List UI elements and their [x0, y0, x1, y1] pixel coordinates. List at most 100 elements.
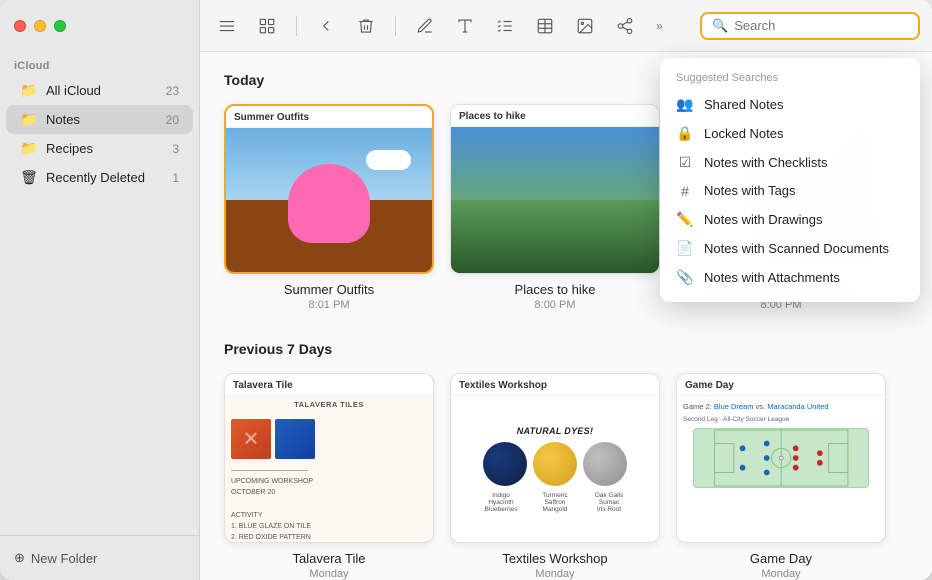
note-card-title: Places to hike: [515, 282, 596, 297]
separator: [395, 16, 396, 36]
dropdown-item-attachments[interactable]: 📎 Notes with Attachments: [660, 263, 920, 292]
note-card-title: Textiles Workshop: [502, 551, 607, 566]
sidebar-footer: ⊕ New Folder: [0, 535, 199, 580]
talavera-tiles: [225, 413, 433, 465]
note-card-time: Monday: [761, 568, 800, 580]
gameday-image: Game 2: Blue Dream vs. Maracanda United …: [677, 396, 885, 542]
dropdown-item-label: Notes with Checklists: [704, 155, 828, 170]
compose-button[interactable]: [410, 13, 440, 39]
new-folder-label: New Folder: [31, 551, 97, 566]
dropdown-item-checklists[interactable]: ☑ Notes with Checklists: [660, 148, 920, 177]
dropdown-item-label: Shared Notes: [704, 97, 784, 112]
grid-view-button[interactable]: [252, 13, 282, 39]
trash-icon: [357, 17, 375, 35]
delete-button[interactable]: [351, 13, 381, 39]
dropdown-item-shared[interactable]: 👥 Shared Notes: [660, 90, 920, 119]
minimize-button[interactable]: [34, 20, 46, 32]
checklist-icon: [496, 17, 514, 35]
dropdown-item-scanned[interactable]: 📄 Notes with Scanned Documents: [660, 234, 920, 263]
table-icon: [536, 17, 554, 35]
circle-gray: [583, 442, 627, 486]
sidebar-item-label: Notes: [46, 112, 158, 127]
plus-icon: ⊕: [14, 550, 25, 566]
textiles-image: NATURAL DYES! IndigoHyacinthBlueberries …: [451, 396, 659, 542]
cloud-shape: [366, 150, 411, 170]
more-button[interactable]: »: [650, 15, 669, 37]
dropdown-item-label: Locked Notes: [704, 126, 784, 141]
search-input[interactable]: [734, 18, 904, 33]
note-card-header: Game Day: [677, 374, 885, 396]
toolbar-right: 🔍 Suggested Searches 👥 Shared Notes 🔒 Lo…: [700, 12, 920, 40]
tile-blue: [275, 419, 315, 459]
chevron-left-icon: [317, 17, 335, 35]
new-folder-button[interactable]: ⊕ New Folder: [14, 546, 97, 570]
dropdown-item-drawings[interactable]: ✏️ Notes with Drawings: [660, 205, 920, 234]
back-button[interactable]: [311, 13, 341, 39]
circle-yellow: [533, 442, 577, 486]
note-card-title: Summer Outfits: [284, 282, 374, 297]
section-title-previous-7-days: Previous 7 Days: [224, 341, 908, 357]
drawing-icon: ✏️: [676, 211, 694, 228]
list-view-button[interactable]: [212, 13, 242, 39]
locked-icon: 🔒: [676, 125, 694, 142]
dropdown-item-label: Notes with Drawings: [704, 212, 823, 227]
sidebar-item-count: 1: [172, 171, 179, 185]
sidebar-item-notes[interactable]: 📁 Notes 20: [6, 105, 193, 134]
textiles-labels: IndigoHyacinthBlueberries TurmericSaffro…: [476, 492, 634, 513]
note-card-image: [226, 128, 432, 272]
talavera-text: ——————————— UPCOMING WORKSHOP OCTOBER 20…: [225, 465, 433, 542]
note-card-game-day[interactable]: Game Day Game 2: Blue Dream vs. Maracand…: [676, 373, 886, 580]
note-card-summer-outfits[interactable]: Summer Outfits Summer Outfits 8:01 PM: [224, 104, 434, 311]
search-box[interactable]: 🔍: [700, 12, 920, 40]
gameday-title: Game 2: Blue Dream vs. Maracanda United: [683, 402, 879, 413]
sidebar-item-recently-deleted[interactable]: 🗑 Recently Deleted 1: [6, 163, 193, 192]
dropdown-item-label: Notes with Attachments: [704, 270, 840, 285]
main-area: » 🔍 Suggested Searches 👥 Shared Notes 🔒: [200, 0, 932, 580]
app-window: iCloud 📁 All iCloud 23 📁 Notes 20 📁 Reci…: [0, 0, 932, 580]
media-button[interactable]: [570, 13, 600, 39]
collaborate-button[interactable]: [610, 13, 640, 39]
gameday-link2: Maracanda United: [767, 402, 828, 411]
close-button[interactable]: [14, 20, 26, 32]
folder-icon: 📁: [20, 140, 38, 157]
sidebar-item-label: All iCloud: [46, 83, 158, 98]
note-card-time: Monday: [309, 568, 348, 580]
note-card-textiles-workshop[interactable]: Textiles Workshop NATURAL DYES!: [450, 373, 660, 580]
format-button[interactable]: [450, 13, 480, 39]
dropdown-item-label: Notes with Tags: [704, 183, 796, 198]
note-card-talavera-tile[interactable]: Talavera Tile TALAVERA TILES ———————————: [224, 373, 434, 580]
maximize-button[interactable]: [54, 20, 66, 32]
sidebar-item-all-icloud[interactable]: 📁 All iCloud 23: [6, 76, 193, 105]
sidebar: iCloud 📁 All iCloud 23 📁 Notes 20 📁 Reci…: [0, 0, 200, 580]
note-card-image: [451, 127, 659, 273]
chevron-right-icon: »: [656, 19, 663, 33]
note-card-header: Places to hike: [451, 105, 659, 127]
search-icon: 🔍: [712, 18, 728, 34]
search-dropdown: Suggested Searches 👥 Shared Notes 🔒 Lock…: [660, 58, 920, 302]
share-icon: [616, 17, 634, 35]
shared-icon: 👥: [676, 96, 694, 113]
checklist-icon: ☑: [676, 154, 694, 171]
folder-icon: 📁: [20, 82, 38, 99]
sidebar-item-recipes[interactable]: 📁 Recipes 3: [6, 134, 193, 163]
format-icon: [456, 17, 474, 35]
talavera-image: TALAVERA TILES ——————————— UPCOMING WORK…: [225, 396, 433, 542]
table-button[interactable]: [530, 13, 560, 39]
attachment-icon: 📎: [676, 269, 694, 286]
toolbar: » 🔍 Suggested Searches 👥 Shared Notes 🔒: [200, 0, 932, 52]
note-card-places-to-hike[interactable]: Places to hike Places to hike 8:00 PM: [450, 104, 660, 311]
list-icon: [218, 17, 236, 35]
note-card-header: Textiles Workshop: [451, 374, 659, 396]
circle-dark-blue: [483, 442, 527, 486]
note-card-time: 8:00 PM: [535, 299, 576, 311]
gameday-link1: Blue Dream: [714, 402, 754, 411]
note-card-header: Summer Outfits: [226, 106, 432, 128]
sidebar-item-label: Recipes: [46, 141, 164, 156]
dropdown-item-tags[interactable]: # Notes with Tags: [660, 177, 920, 205]
checklist-button[interactable]: [490, 13, 520, 39]
note-card-image: TALAVERA TILES ——————————— UPCOMING WORK…: [225, 396, 433, 542]
compose-icon: [416, 17, 434, 35]
sidebar-item-count: 20: [166, 113, 179, 127]
dropdown-item-locked[interactable]: 🔒 Locked Notes: [660, 119, 920, 148]
textiles-label-turmeric: TurmericSaffronMarigold: [530, 492, 580, 513]
